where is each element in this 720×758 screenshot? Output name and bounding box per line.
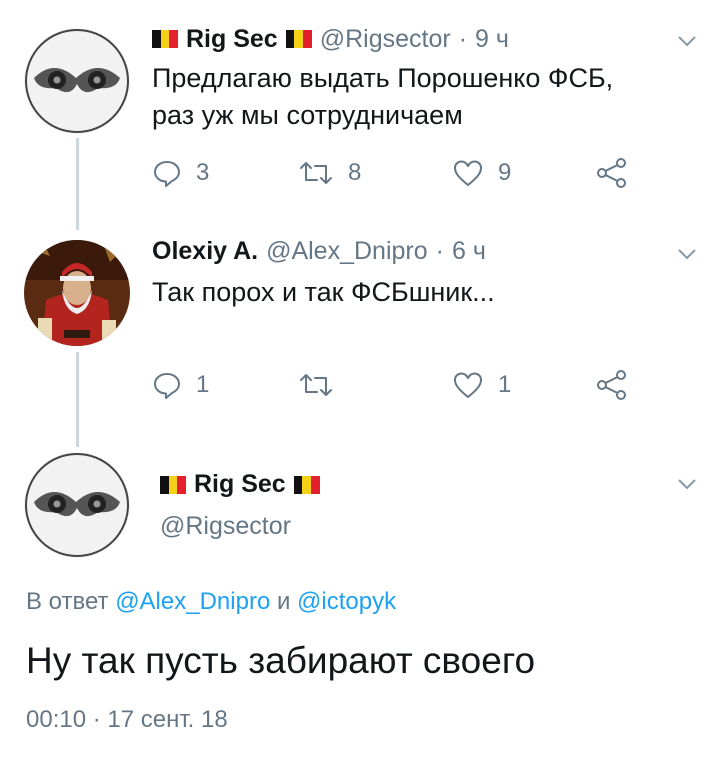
user-name[interactable]: Olexiy A. <box>152 237 258 266</box>
share-button[interactable] <box>596 370 628 400</box>
tweet-timestamp[interactable]: 00:10 · 17 сент. 18 <box>26 706 228 734</box>
thread-line <box>76 352 79 447</box>
belgium-flag-icon <box>285 30 312 48</box>
share-button[interactable] <box>596 158 628 188</box>
tweet-time[interactable]: 6 ч <box>452 237 486 266</box>
like-count: 1 <box>498 371 512 398</box>
reply-button[interactable]: 3 <box>152 158 209 188</box>
avatar[interactable] <box>24 28 130 134</box>
chevron-down-icon[interactable] <box>676 30 698 52</box>
separator-dot: · <box>435 236 444 265</box>
heart-icon <box>454 160 482 186</box>
user-handle[interactable]: @Rigsector <box>320 25 451 54</box>
tweet-text: Предлагаю выдать Порошенко ФСБ, раз уж м… <box>152 63 614 130</box>
main-tweet-text: Ну так пусть забирают своего <box>26 640 536 681</box>
like-button[interactable]: 1 <box>452 370 511 400</box>
reply-icon <box>154 161 180 187</box>
tweet-header: Olexiy A. @Alex_Dnipro · 6 ч <box>152 234 486 268</box>
user-handle[interactable]: @Rigsector <box>160 512 291 541</box>
tweet-time[interactable]: 9 ч <box>475 25 509 54</box>
like-button[interactable]: 9 <box>452 158 511 188</box>
tweet-text: Так порох и так ФСБшник... <box>152 277 495 307</box>
retweet-button[interactable]: 8 <box>298 158 361 188</box>
reply-prefix: В ответ <box>26 588 109 615</box>
retweet-count: 8 <box>348 159 362 186</box>
mention-link[interactable]: @ictopyk <box>297 588 396 615</box>
heart-icon <box>454 372 482 398</box>
retweet-icon <box>300 374 332 396</box>
avatar[interactable] <box>24 452 130 558</box>
reply-context: В ответ @Alex_Dnipro и @ictopyk <box>26 588 396 616</box>
reply-count: 1 <box>196 371 210 398</box>
main-tweet-author[interactable]: Rig Sec <box>160 470 320 499</box>
reply-count: 3 <box>196 159 210 186</box>
user-handle[interactable]: @Alex_Dnipro <box>266 237 428 266</box>
share-icon <box>597 370 626 400</box>
mention-link[interactable]: @Alex_Dnipro <box>115 588 270 615</box>
reply-button[interactable]: 1 <box>152 370 209 400</box>
chevron-down-icon[interactable] <box>676 243 698 265</box>
retweet-icon <box>300 162 332 184</box>
tweet-header: Rig Sec @Rigsector · 9 ч <box>152 22 509 56</box>
belgium-flag-icon <box>152 30 179 48</box>
thread-line <box>76 138 79 230</box>
like-count: 9 <box>498 159 512 186</box>
chevron-down-icon[interactable] <box>676 473 698 495</box>
avatar[interactable] <box>24 240 130 346</box>
user-name[interactable]: Rig Sec <box>186 25 278 54</box>
share-icon <box>597 158 626 188</box>
retweet-button[interactable] <box>298 370 348 400</box>
separator-dot: · <box>458 24 468 53</box>
reply-icon <box>154 373 180 399</box>
reply-and: и <box>276 588 291 615</box>
belgium-flag-icon <box>293 475 320 494</box>
belgium-flag-icon <box>160 475 187 494</box>
user-name[interactable]: Rig Sec <box>194 470 286 499</box>
